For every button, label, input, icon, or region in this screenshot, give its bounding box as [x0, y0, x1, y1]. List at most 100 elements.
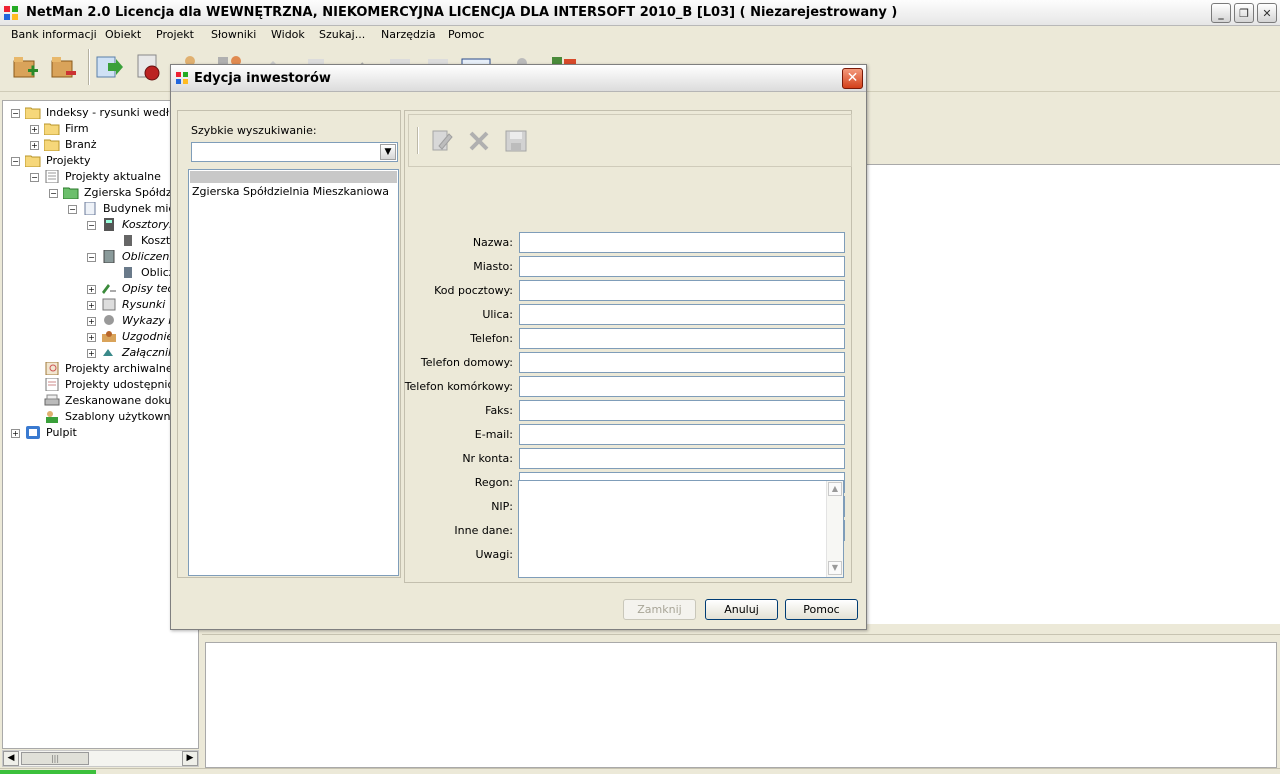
mobile-phone-field[interactable] — [519, 376, 845, 397]
investor-list[interactable]: Zgierska Spółdzielnia Mieszkaniowa — [188, 169, 399, 576]
tree-expander[interactable]: + — [87, 317, 96, 326]
menu-obiekt[interactable]: Obiekt — [105, 28, 141, 41]
account-number-field[interactable] — [519, 448, 845, 469]
tree-item-firm[interactable]: Firm — [65, 121, 89, 136]
tree-item-koszt[interactable]: Koszt — [141, 233, 170, 248]
scroll-thumb[interactable]: ||| — [21, 752, 89, 765]
phone-field[interactable] — [519, 328, 845, 349]
tree-expander[interactable]: − — [11, 157, 20, 166]
edit-icon[interactable] — [429, 128, 455, 154]
details-toolbar — [408, 114, 852, 167]
drawing-icon — [102, 298, 116, 311]
tree-expander[interactable]: + — [87, 333, 96, 342]
tree-expander[interactable]: + — [30, 125, 39, 134]
menu-slowniki[interactable]: Słowniki — [211, 28, 256, 41]
folder-open-icon — [25, 107, 41, 119]
tree-item-szablony[interactable]: Szablony użytkownika — [65, 409, 186, 424]
tree-horizontal-scrollbar[interactable]: ◀ ||| ▶ — [2, 750, 199, 767]
email-field[interactable] — [519, 424, 845, 445]
menu-widok[interactable]: Widok — [271, 28, 305, 41]
name-label: Nazwa: — [472, 236, 513, 249]
tree-expander[interactable]: − — [49, 189, 58, 198]
menu-pomoc[interactable]: Pomoc — [448, 28, 484, 41]
notes-scrollbar[interactable]: ▲ ▼ — [826, 481, 843, 577]
tree-expander[interactable]: + — [87, 301, 96, 310]
home-phone-field[interactable] — [519, 352, 845, 373]
tree-item-zgierska[interactable]: Zgierska Spółdzie — [84, 185, 181, 200]
tree-expander[interactable]: − — [68, 205, 77, 214]
tree-item-pulpit[interactable]: Pulpit — [46, 425, 77, 440]
tree-item-opisy[interactable]: Opisy tec — [122, 281, 174, 296]
tree-expander[interactable]: − — [30, 173, 39, 182]
field-row: Miasto: — [405, 256, 853, 277]
close-button[interactable]: Zamknij — [623, 599, 696, 620]
tree-item-wykazy[interactable]: Wykazy n — [122, 313, 175, 328]
tree-item-projekty-archiwalne[interactable]: Projekty archiwalne — [65, 361, 173, 376]
notes-textarea[interactable]: ▲ ▼ — [518, 480, 844, 578]
scroll-down-icon[interactable]: ▼ — [828, 561, 842, 575]
street-field[interactable] — [519, 304, 845, 325]
attachment-icon — [103, 349, 113, 356]
name-field[interactable] — [519, 232, 845, 253]
help-button[interactable]: Pomoc — [785, 599, 858, 620]
content-header — [866, 100, 1280, 164]
calculation-icon — [103, 250, 115, 263]
remove-folder-icon[interactable] — [48, 51, 80, 83]
tree-item-branz[interactable]: Branż — [65, 137, 97, 152]
postal-code-field[interactable] — [519, 280, 845, 301]
green-folder-icon — [63, 187, 79, 199]
tree-expander[interactable]: − — [11, 109, 20, 118]
chevron-down-icon[interactable]: ▼ — [380, 144, 396, 160]
tree-expander[interactable]: − — [87, 253, 96, 262]
tree-item-zalaczniki[interactable]: Załącznik — [122, 345, 174, 360]
fax-field[interactable] — [519, 400, 845, 421]
window-close-button[interactable]: ✕ — [1257, 3, 1277, 23]
tree-item-projekty-aktualne[interactable]: Projekty aktualne — [65, 169, 161, 184]
status-progress — [0, 770, 96, 774]
tree-expander[interactable]: + — [87, 285, 96, 294]
scroll-left-icon[interactable]: ◀ — [3, 751, 19, 766]
regon-label: Regon: — [474, 476, 513, 489]
dialog-close-button[interactable]: ✕ — [842, 68, 863, 89]
restore-button[interactable]: ❐ — [1234, 3, 1254, 23]
tree-expander[interactable]: + — [11, 429, 20, 438]
tree-expander[interactable]: + — [30, 141, 39, 150]
main-title-bar: NetMan 2.0 Licencja dla WEWNĘTRZNA, NIEK… — [0, 0, 1280, 26]
tree-item-indeksy[interactable]: Indeksy - rysunki według — [46, 105, 183, 120]
scanner-icon — [44, 394, 60, 406]
tree-item-kosztorys[interactable]: Kosztorys — [122, 217, 175, 232]
document-list-icon — [45, 170, 59, 183]
tree-expander[interactable]: + — [87, 349, 96, 358]
other-data-label: Inne dane: — [454, 524, 513, 537]
scroll-up-icon[interactable]: ▲ — [828, 482, 842, 496]
quick-search-combo[interactable]: ▼ — [191, 142, 398, 162]
menu-bank-informacji[interactable]: Bank informacji — [11, 28, 97, 41]
desktop-icon — [26, 426, 40, 439]
export-icon[interactable] — [94, 51, 126, 83]
street-label: Ulica: — [482, 308, 513, 321]
field-row: Telefon domowy: — [405, 352, 853, 373]
fax-label: Faks: — [485, 404, 513, 417]
toolbar-grip — [417, 127, 419, 154]
delete-icon[interactable] — [466, 128, 492, 154]
list-selection-bar[interactable] — [190, 171, 397, 183]
notes-label: Uwagi: — [475, 548, 513, 561]
city-field[interactable] — [519, 256, 845, 277]
dialog-title-bar: Edycja inwestorów ✕ — [171, 65, 866, 92]
menu-szukaj[interactable]: Szukaj... — [319, 28, 365, 41]
list-item[interactable]: Zgierska Spółdzielnia Mieszkaniowa — [192, 185, 389, 198]
tree-item-rysunki[interactable]: Rysunki — [122, 297, 165, 312]
add-folder-icon[interactable] — [10, 51, 42, 83]
scroll-right-icon[interactable]: ▶ — [182, 751, 198, 766]
tree-item-zeskanowane[interactable]: Zeskanowane dokum — [65, 393, 182, 408]
minimize-button[interactable]: _ — [1211, 3, 1231, 23]
investor-edit-dialog: Edycja inwestorów ✕ Szybkie wyszukiwanie… — [170, 64, 867, 630]
menu-projekt[interactable]: Projekt — [156, 28, 194, 41]
cancel-button[interactable]: Anuluj — [705, 599, 778, 620]
record-icon[interactable] — [134, 51, 166, 83]
tree-item-projekty[interactable]: Projekty — [46, 153, 90, 168]
menu-narzedzia[interactable]: Narzędzia — [381, 28, 436, 41]
tree-item-uzgodnienia[interactable]: Uzgodnie — [122, 329, 173, 344]
tree-expander[interactable]: − — [87, 221, 96, 230]
save-icon[interactable] — [503, 128, 529, 154]
